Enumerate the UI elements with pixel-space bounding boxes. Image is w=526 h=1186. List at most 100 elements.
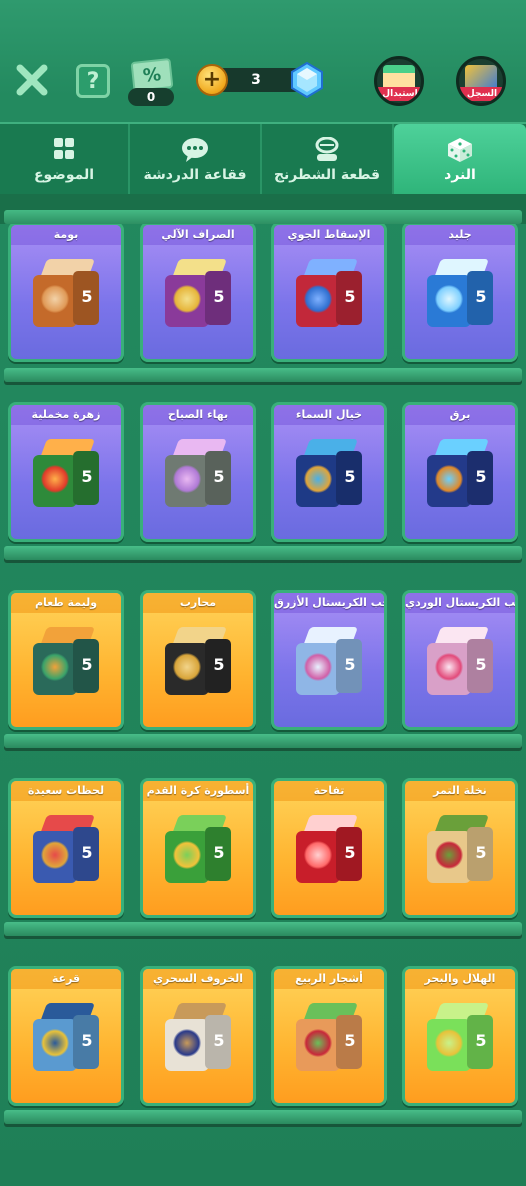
dice-name: بومة xyxy=(11,225,121,245)
dice-card[interactable]: نخلة التمر 5 xyxy=(402,778,518,918)
add-currency-button[interactable]: + xyxy=(196,64,228,96)
dice-icon: 5 xyxy=(165,627,233,699)
die-number: 5 xyxy=(475,843,487,862)
die-emblem xyxy=(173,465,201,493)
bottom-strip xyxy=(0,1150,526,1186)
dice-row: بومة 5 الصراف الآلي 5 الإسقاط الجوي 5 جليد 5 xyxy=(0,224,526,410)
die-number: 5 xyxy=(81,1031,93,1050)
dice-name: الهلال والبحر xyxy=(405,969,515,989)
dice-name: محارب xyxy=(143,593,253,613)
dice-name: حب الكريستال الأزرق xyxy=(274,593,384,613)
dice-icon: 5 xyxy=(427,439,495,511)
dice-icon: 5 xyxy=(165,815,233,887)
discount-icon: % xyxy=(130,57,174,93)
tab-chess-piece[interactable]: قطعة الشطرنج xyxy=(262,124,394,196)
dice-icon: 5 xyxy=(296,1003,364,1075)
dice-card[interactable]: أشجار الربيع 5 xyxy=(271,966,387,1106)
dice-card[interactable]: قرعة 5 xyxy=(8,966,124,1106)
tab-dice[interactable]: النرد xyxy=(394,124,526,196)
die-emblem xyxy=(173,285,201,313)
dice-icon: 5 xyxy=(427,627,495,699)
dice-icon: 5 xyxy=(33,439,101,511)
die-number: 5 xyxy=(344,1031,356,1050)
tab-label: النرد xyxy=(444,167,476,183)
die-number: 5 xyxy=(81,655,93,674)
history-button[interactable]: السجل xyxy=(456,56,506,106)
die-number: 5 xyxy=(475,655,487,674)
die-number: 5 xyxy=(213,843,225,862)
close-button[interactable] xyxy=(12,60,52,100)
tab-chat-bubble[interactable]: فقاعة الدردشة xyxy=(130,124,262,196)
grid-icon xyxy=(54,138,74,159)
dice-card[interactable]: الخروف السحري 5 xyxy=(140,966,256,1106)
category-tabs: الموضوع فقاعة الدردشة قطعة الشطرنج النرد xyxy=(0,122,526,196)
dice-icon: 5 xyxy=(33,1003,101,1075)
dice-card[interactable]: بومة 5 xyxy=(8,224,124,362)
dice-card[interactable]: تفاحة 5 xyxy=(271,778,387,918)
dice-name: الخروف السحري xyxy=(143,969,253,989)
dice-grid: بومة 5 الصراف الآلي 5 الإسقاط الجوي 5 جليد 5 زهر… xyxy=(0,224,526,1186)
dice-name: لحظات سعيدة xyxy=(11,781,121,801)
die-emblem xyxy=(435,285,463,313)
die-emblem xyxy=(41,285,69,313)
discount-button[interactable]: % 0 xyxy=(128,57,174,106)
dice-icon: 5 xyxy=(165,439,233,511)
tab-label: الموضوع xyxy=(33,167,95,183)
dice-card[interactable]: الصراف الآلي 5 xyxy=(140,224,256,362)
tab-label: فقاعة الدردشة xyxy=(143,167,247,183)
tab-topic[interactable]: الموضوع xyxy=(0,124,130,196)
die-emblem xyxy=(435,653,463,681)
dice-icon: 5 xyxy=(296,815,364,887)
die-number: 5 xyxy=(213,655,225,674)
gem-count: 3 xyxy=(251,72,261,88)
dice-row: قرعة 5 الخروف السحري 5 أشجار الربيع 5 الهلال و… xyxy=(0,966,526,1152)
dice-icon: 5 xyxy=(165,1003,233,1075)
gem-icon xyxy=(291,62,323,98)
dice-name: زهرة مخملية xyxy=(11,405,121,425)
close-icon xyxy=(16,64,48,96)
discount-count: 0 xyxy=(128,88,174,106)
die-emblem xyxy=(41,841,69,869)
die-number: 5 xyxy=(81,843,93,862)
shelf xyxy=(4,922,522,936)
dice-card[interactable]: الهلال والبحر 5 xyxy=(402,966,518,1106)
dice-name: الإسقاط الجوي xyxy=(274,225,384,245)
dice-icon: 5 xyxy=(427,259,495,331)
dice-card[interactable]: وليمة طعام 5 xyxy=(8,590,124,730)
help-button[interactable]: ? xyxy=(76,64,110,98)
die-number: 5 xyxy=(475,1031,487,1050)
dice-card[interactable]: محارب 5 xyxy=(140,590,256,730)
die-number: 5 xyxy=(213,287,225,306)
die-number: 5 xyxy=(81,287,93,306)
dice-card[interactable]: الإسقاط الجوي 5 xyxy=(271,224,387,362)
die-emblem xyxy=(173,841,201,869)
dice-card[interactable]: خيال السماء 5 xyxy=(271,402,387,542)
dice-card[interactable]: جليد 5 xyxy=(402,224,518,362)
dice-name: أشجار الربيع xyxy=(274,969,384,989)
die-number: 5 xyxy=(344,655,356,674)
dice-name: برق xyxy=(405,405,515,425)
shelf xyxy=(4,210,522,224)
exchange-shop-button[interactable]: استبدال xyxy=(374,56,424,106)
dice-row: لحظات سعيدة 5 أسطورة كرة القدم 5 تفاحة 5 نخلة … xyxy=(0,778,526,964)
die-emblem xyxy=(304,285,332,313)
dice-card[interactable]: زهرة مخملية 5 xyxy=(8,402,124,542)
dice-name: أسطورة كرة القدم xyxy=(143,781,253,801)
dice-card[interactable]: برق 5 xyxy=(402,402,518,542)
dice-icon: 5 xyxy=(165,259,233,331)
dice-card[interactable]: أسطورة كرة القدم 5 xyxy=(140,778,256,918)
dice-icon: 5 xyxy=(296,627,364,699)
die-emblem xyxy=(435,1029,463,1057)
dice-card[interactable]: حب الكريستال الأزرق 5 xyxy=(271,590,387,730)
dice-icon: 5 xyxy=(33,627,101,699)
die-number: 5 xyxy=(475,287,487,306)
dice-card[interactable]: حب الكريستال الوردي 5 xyxy=(402,590,518,730)
dice-card[interactable]: لحظات سعيدة 5 xyxy=(8,778,124,918)
dice-name: بهاء الصباح xyxy=(143,405,253,425)
die-emblem xyxy=(435,465,463,493)
die-number: 5 xyxy=(475,467,487,486)
shelf xyxy=(4,546,522,560)
die-emblem xyxy=(173,1029,201,1057)
dice-card[interactable]: بهاء الصباح 5 xyxy=(140,402,256,542)
die-number: 5 xyxy=(81,467,93,486)
